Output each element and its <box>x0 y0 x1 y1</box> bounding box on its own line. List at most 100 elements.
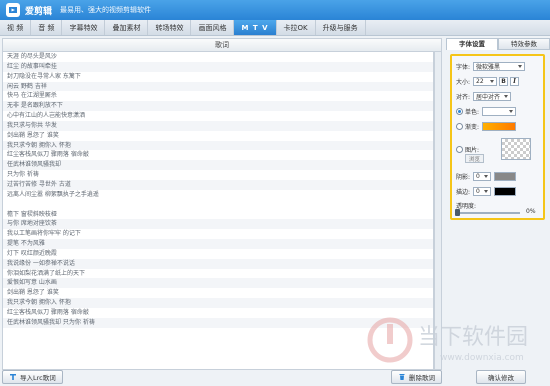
opacity-slider[interactable] <box>455 209 520 216</box>
lyrics-scrollbar[interactable] <box>434 52 442 370</box>
solid-color-radio[interactable] <box>456 108 463 115</box>
stroke-color-swatch[interactable] <box>494 187 517 196</box>
app-window: 爱剪辑 最易用、强大的视频剪辑软件 视 频 音 频 字幕特效 叠加素材 转场特效… <box>0 0 550 386</box>
lyrics-action-bar: 导入Lrc歌词 删除歌词 <box>2 368 442 386</box>
app-slogan: 最易用、强大的视频剪辑软件 <box>60 6 152 14</box>
lyric-row[interactable]: 剑出鞘 恩怨了 谁笑 <box>3 131 433 141</box>
tab-audio[interactable]: 音 频 <box>31 20 63 35</box>
chevron-down-icon <box>504 95 509 98</box>
font-select[interactable]: 微软雅黑 <box>473 62 526 71</box>
settings-panel: 字体设置 特效参数 字体: 微软雅黑 大小: 22 B I 对齐: 居中对齐 单… <box>446 38 550 386</box>
solid-color-row: 单色: <box>456 107 517 116</box>
lyric-row[interactable]: 红尘客栈风似刀 骤雨落 宿命敲 <box>3 150 433 160</box>
lyric-row[interactable]: 檐下 窗棂斜映枝桠 <box>3 210 433 220</box>
shadow-color-swatch[interactable] <box>494 172 517 181</box>
text-t-icon <box>9 373 17 381</box>
lyric-row[interactable] <box>3 199 433 210</box>
lyric-row[interactable]: 我只求今朝 拥你入 怀抱 <box>3 140 433 151</box>
lyric-row[interactable]: 红尘客栈风似刀 骤雨落 宿命敲 <box>3 308 433 318</box>
align-row: 对齐: 居中对齐 <box>456 92 512 101</box>
shadow-stepper[interactable]: 0 <box>473 172 492 181</box>
app-logo-icon <box>6 3 20 17</box>
main-tab-bar: 视 频 音 频 字幕特效 叠加素材 转场特效 画面风格 M T V 卡拉OK 升… <box>0 20 550 36</box>
import-lrc-button[interactable]: 导入Lrc歌词 <box>2 370 63 384</box>
chevron-down-icon <box>509 110 514 113</box>
lyric-row[interactable]: 封刀隐没在寻常人家 东篱下 <box>3 72 433 82</box>
confirm-button[interactable]: 确认修改 <box>476 370 526 384</box>
opacity-value-row: 0% <box>526 208 536 215</box>
trash-icon <box>398 373 406 381</box>
tab-picture-style[interactable]: 画面风格 <box>191 20 235 35</box>
lyric-row[interactable]: 我只求今朝 拥你入 怀抱 <box>3 298 433 308</box>
browse-button[interactable]: 浏览 <box>465 154 485 163</box>
lyric-row[interactable]: 我只求与你共 华发 <box>3 120 433 131</box>
lyric-row[interactable]: 红尘 的故事叫牵挂 <box>3 61 433 72</box>
stroke-value: 0 <box>476 188 480 195</box>
settings-tabs: 字体设置 特效参数 <box>446 38 550 50</box>
lyric-row[interactable]: 快马 在江湖里厮杀 <box>3 91 433 101</box>
size-label: 大小: <box>456 79 471 86</box>
delete-lyrics-button[interactable]: 删除歌词 <box>391 370 442 384</box>
font-label: 字体: <box>456 64 471 71</box>
bold-button[interactable]: B <box>499 77 509 86</box>
lyric-row[interactable]: 无非 是名跟利放不下 <box>3 101 433 112</box>
lyric-row[interactable]: 心中有江山的人岂能快意潇洒 <box>3 111 433 121</box>
shadow-row: 阴影: 0 <box>456 172 517 181</box>
size-select[interactable]: 22 <box>473 77 498 86</box>
tab-karaoke[interactable]: 卡拉OK <box>277 20 316 35</box>
stroke-row: 描边: 0 <box>456 187 517 196</box>
lyric-row[interactable]: 任武林谁领风骚我却 只为你 祈祷 <box>3 317 433 328</box>
font-settings-box: 字体: 微软雅黑 大小: 22 B I 对齐: 居中对齐 单色: 渐变: 图片:… <box>450 54 545 220</box>
solid-color-picker[interactable] <box>482 107 517 116</box>
lyrics-list[interactable]: 天涯 的尽头是风沙 红尘 的故事叫牵挂 封刀隐没在寻常人家 东篱下 闲云 野鹤 吉祥快… <box>2 52 434 370</box>
tab-transitions[interactable]: 转场特效 <box>148 20 192 35</box>
shadow-label: 阴影: <box>456 174 471 181</box>
gradient-row: 渐变: <box>456 122 517 131</box>
chevron-down-icon <box>490 80 495 83</box>
lyric-row[interactable]: 你泪如梨花洒满了纸上的天下 <box>3 269 433 279</box>
tab-font-settings[interactable]: 字体设置 <box>446 38 498 50</box>
solid-color-label: 单色: <box>465 109 480 116</box>
import-lrc-label: 导入Lrc歌词 <box>20 374 56 382</box>
lyric-row[interactable]: 闲云 野鹤 吉祥 <box>3 81 433 92</box>
stroke-stepper[interactable]: 0 <box>473 187 492 196</box>
lyric-row[interactable]: 提笔 不为风雅 <box>3 239 433 249</box>
tab-mtv[interactable]: M T V <box>234 20 277 35</box>
size-row: 大小: 22 B I <box>456 77 520 86</box>
font-value: 微软雅黑 <box>476 64 501 71</box>
chevron-down-icon <box>484 175 489 178</box>
lyric-row[interactable]: 我说缘份 一如参禅不说话 <box>3 258 433 269</box>
opacity-slider-handle[interactable] <box>455 209 460 216</box>
lyric-row[interactable]: 只为你 祈祷 <box>3 170 433 180</box>
lyric-row[interactable]: 灯下 叹红颜近晚霞 <box>3 249 433 259</box>
shadow-value: 0 <box>476 173 480 180</box>
lyric-row[interactable]: 天涯 的尽头是风沙 <box>3 52 433 62</box>
lyric-row[interactable]: 剑出鞘 恩怨了 谁笑 <box>3 288 433 298</box>
lyric-row[interactable]: 过苦行苦修 寻世外 古道 <box>3 179 433 190</box>
align-value: 居中对齐 <box>476 94 501 101</box>
opacity-value: 0% <box>526 208 536 215</box>
image-fill-radio[interactable] <box>456 145 463 153</box>
lyrics-panel: 歌词 天涯 的尽头是风沙 红尘 的故事叫牵挂 封刀隐没在寻常人家 东篱下 闲云 野鹤 … <box>2 38 442 386</box>
italic-button[interactable]: I <box>510 77 520 86</box>
tab-effect-params[interactable]: 特效参数 <box>498 38 550 50</box>
image-fill-preview <box>501 138 532 160</box>
tab-upgrade[interactable]: 升级与服务 <box>316 20 366 35</box>
lyric-row[interactable]: 任武林谁领风骚我却 <box>3 160 433 171</box>
chevron-down-icon <box>484 190 489 193</box>
align-select[interactable]: 居中对齐 <box>473 92 512 101</box>
gradient-swatch[interactable] <box>482 122 517 131</box>
lyrics-column-header: 歌词 <box>2 38 442 52</box>
image-fill-label: 图片: <box>465 146 480 154</box>
tab-video[interactable]: 视 频 <box>0 20 32 35</box>
lyric-row[interactable]: 我以工笔画将你牢牢 的记下 <box>3 229 433 239</box>
tab-subtitle-effects[interactable]: 字幕特效 <box>62 20 106 35</box>
gradient-radio[interactable] <box>456 123 463 130</box>
tab-overlay[interactable]: 叠加素材 <box>105 20 149 35</box>
lyric-row[interactable]: 与你 席地对座饮茶 <box>3 219 433 230</box>
app-name: 爱剪辑 <box>25 6 53 17</box>
delete-lyrics-label: 删除歌词 <box>409 374 435 382</box>
lyric-row[interactable]: 爱恨如写意 山水画 <box>3 278 433 289</box>
lyric-row[interactable]: 远离人间尘嚣 柳絮飘执子之手逍遥 <box>3 190 433 200</box>
title-bar: 爱剪辑 最易用、强大的视频剪辑软件 <box>0 0 550 20</box>
